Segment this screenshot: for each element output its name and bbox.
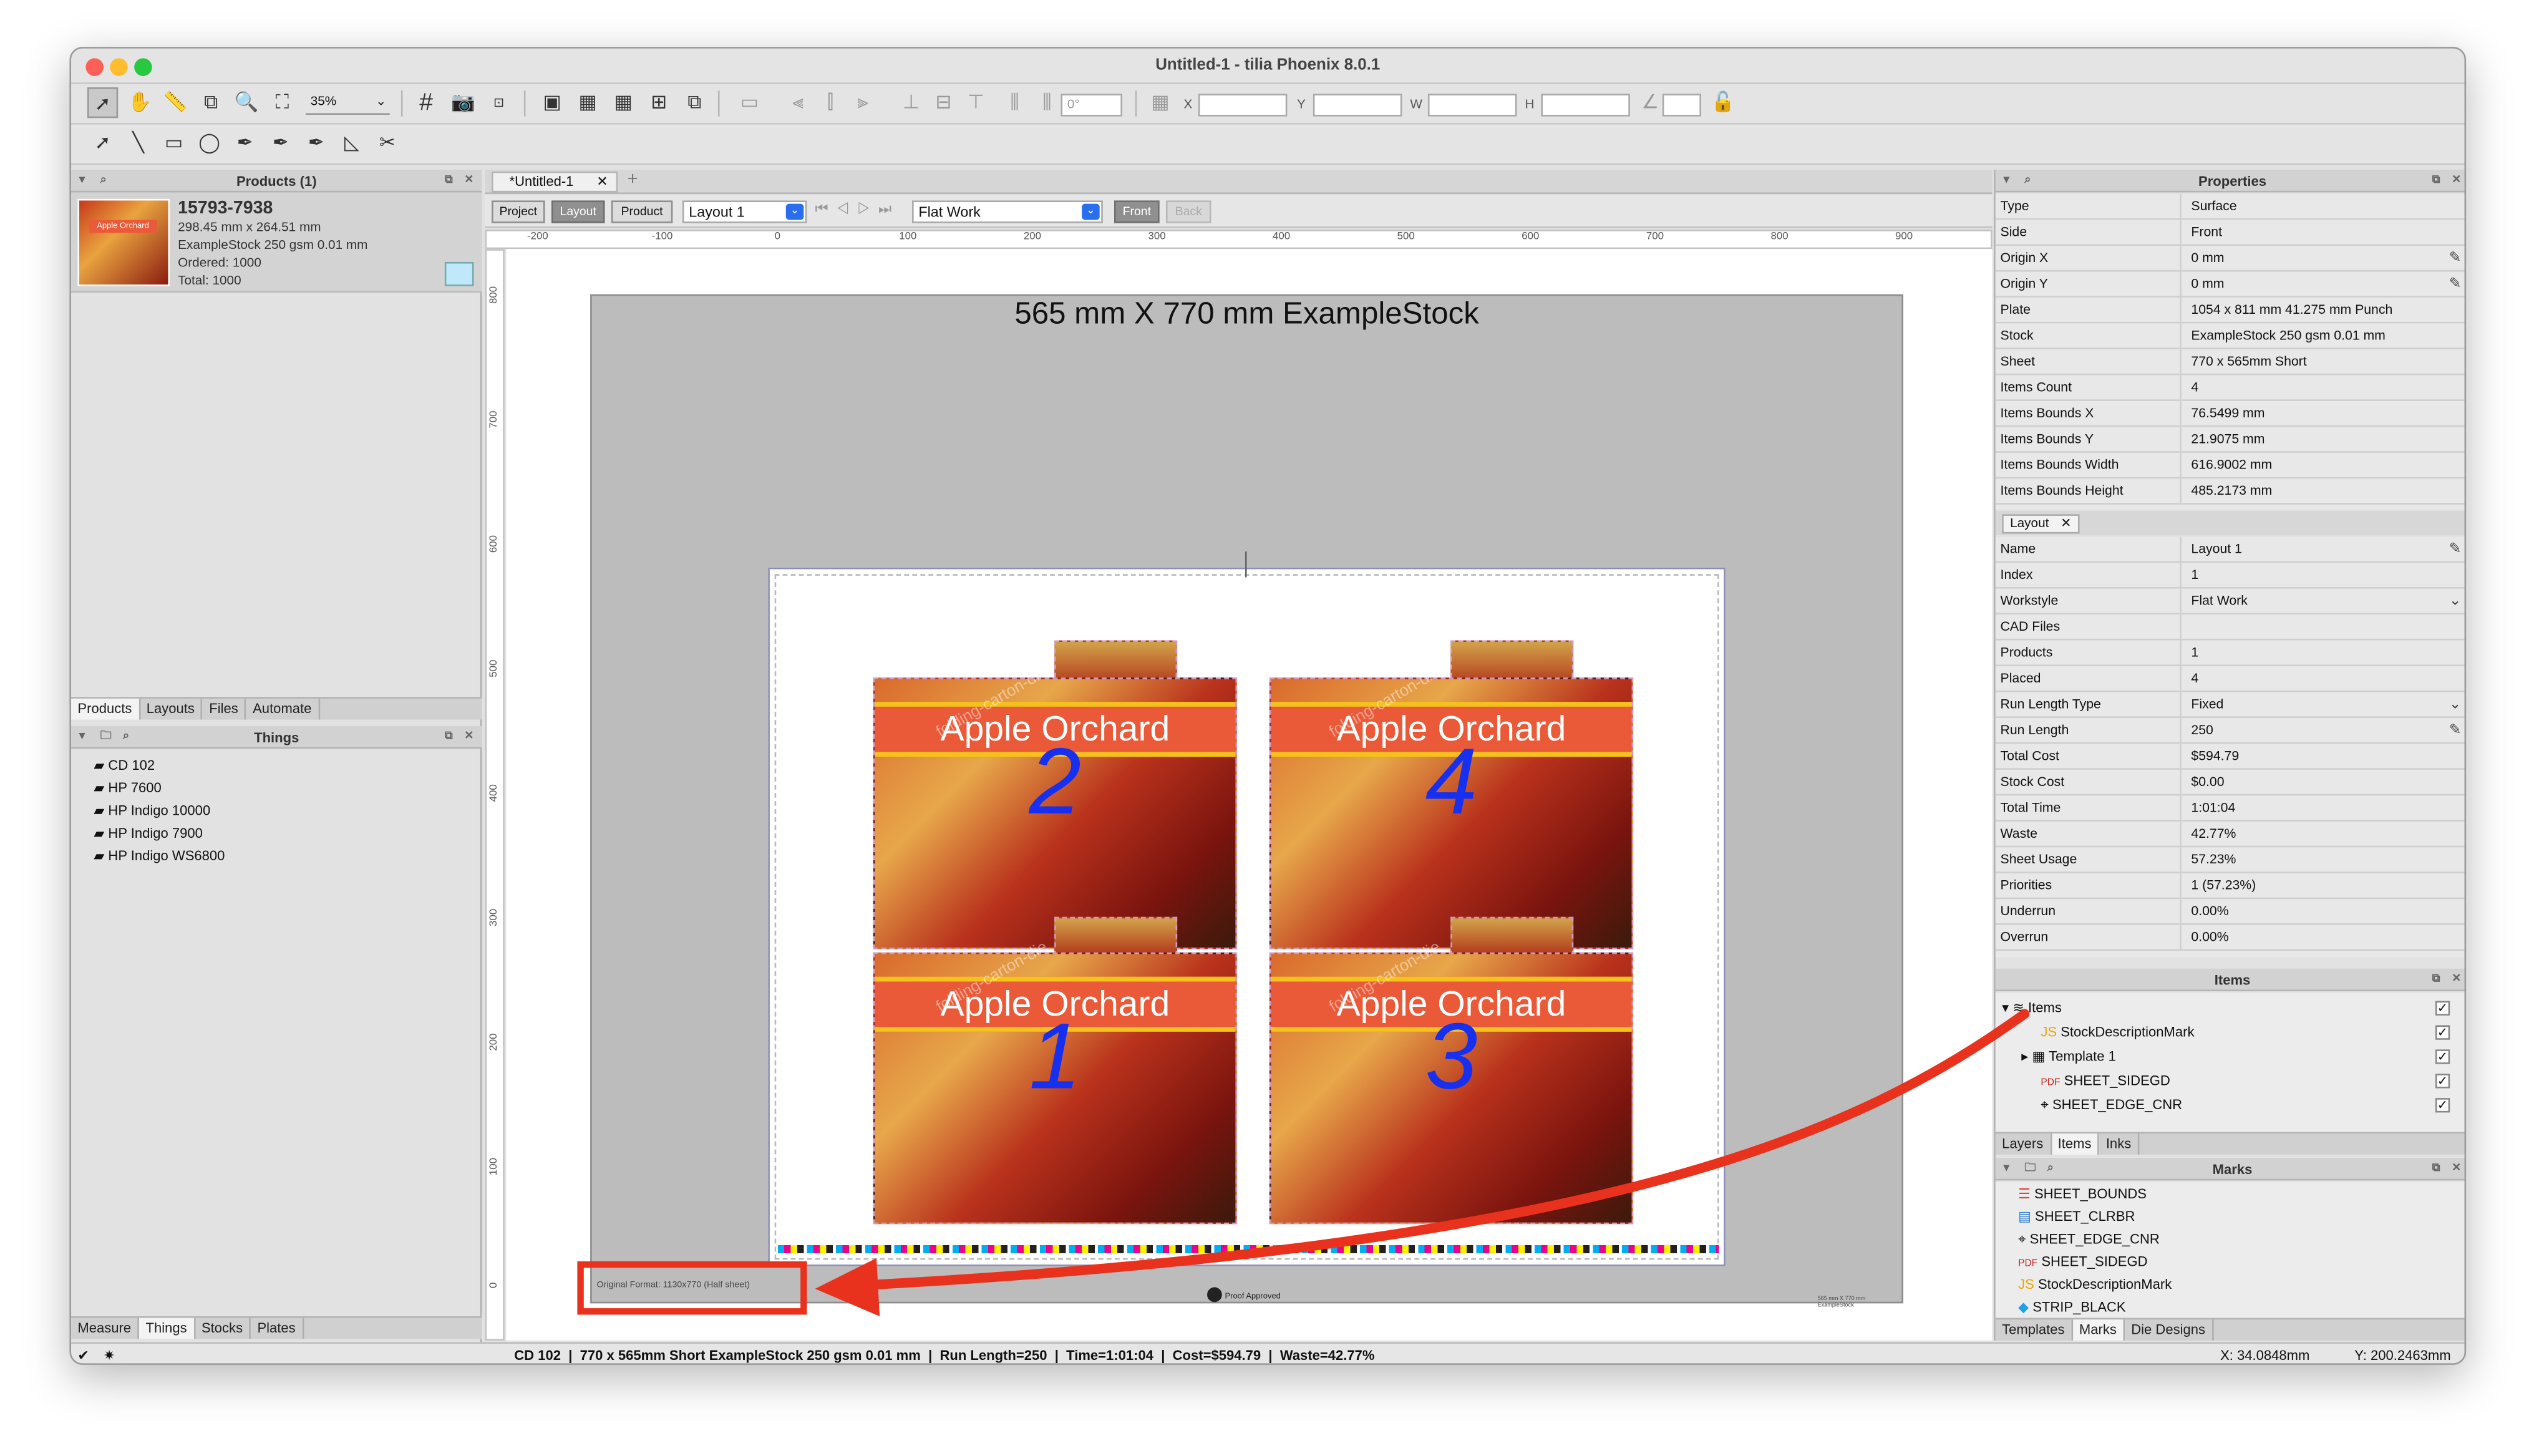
screenshot-page: Untitled-1 - tilia Phoenix 8.0.1 ➚ ✋ 📏 ⧉… bbox=[0, 0, 2534, 1455]
annotation-arrow bbox=[815, 1009, 2030, 1317]
